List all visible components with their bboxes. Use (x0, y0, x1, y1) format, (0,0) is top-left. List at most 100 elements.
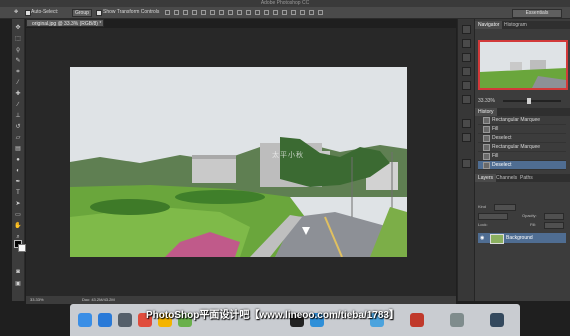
lasso-tool-icon[interactable]: ϙ (14, 47, 22, 54)
type-tool-icon[interactable]: T (14, 190, 22, 197)
kind-filter-label[interactable]: Kind (478, 202, 486, 211)
paragraph-panel-icon[interactable] (462, 95, 471, 104)
clone-source-icon[interactable] (462, 67, 471, 76)
lock-label: Lock: (478, 222, 488, 227)
layer-thumbnail (490, 234, 504, 244)
align-distribute-buttons[interactable] (165, 10, 365, 16)
opacity-field[interactable] (544, 213, 564, 220)
brush-tool-icon[interactable]: ∕ (14, 102, 22, 109)
fill-field[interactable] (544, 222, 564, 229)
show-transform-checkbox[interactable] (96, 10, 102, 16)
history-item-active[interactable]: Deselect (478, 161, 566, 170)
gradient-tool-icon[interactable]: ▤ (14, 146, 22, 153)
history-item-label: Rectangular Marquee (492, 144, 541, 150)
opacity-label: Opacity: (522, 213, 537, 218)
launchpad-icon[interactable] (118, 313, 132, 327)
fill-icon (483, 126, 490, 133)
history-item[interactable]: Rectangular Marquee (478, 116, 566, 125)
layer-lock-row: Lock: Fill: (478, 220, 566, 229)
fill-icon (483, 153, 490, 160)
document-tab[interactable]: original.jpg @ 33.3% (RGB/8) * (26, 19, 104, 27)
fill-label: Fill: (530, 222, 537, 227)
history-item[interactable]: Fill (478, 125, 566, 134)
crop-tool-icon[interactable]: ⌗ (14, 69, 22, 76)
history-tabs: History (475, 108, 570, 116)
tab-histogram[interactable]: Histogram (501, 21, 530, 29)
status-doc-size[interactable]: Doc: 43.2M/43.2M (82, 296, 115, 304)
auto-select-value: Group (75, 10, 89, 16)
dodge-tool-icon[interactable]: ◐ (14, 168, 22, 175)
navigator-tabs: Navigator Histogram (475, 21, 570, 29)
character-panel-icon[interactable] (462, 81, 471, 90)
dock-watermark-caption: PhotoShop平面设计吧【www.lineoo.com/tieba/1783… (146, 310, 399, 321)
blend-mode-dropdown[interactable] (478, 213, 508, 220)
history-brush-tool-icon[interactable]: ↺ (14, 124, 22, 131)
history-item[interactable]: Rectangular Marquee (478, 143, 566, 152)
eraser-tool-icon[interactable]: ▱ (14, 135, 22, 142)
layer-filter-row: Kind (478, 202, 566, 211)
history-item-label: Fill (492, 153, 499, 159)
visibility-eye-icon[interactable]: ◉ (480, 233, 484, 243)
history-item[interactable]: Deselect (478, 134, 566, 143)
tab-navigator[interactable]: Navigator (475, 21, 503, 29)
move-tool-icon[interactable]: ✥ (14, 25, 22, 32)
app-icon[interactable] (410, 313, 424, 327)
styles-panel-icon[interactable] (462, 133, 471, 142)
eyedropper-tool-icon[interactable]: ⁄ (14, 80, 22, 87)
swatches-panel-icon[interactable] (462, 119, 471, 128)
pen-tool-icon[interactable]: ✒ (14, 179, 22, 186)
workspace-switcher[interactable]: Essentials (512, 9, 562, 18)
app-icon[interactable] (450, 313, 464, 327)
path-select-tool-icon[interactable]: ➤ (14, 201, 22, 208)
deselect-icon (483, 135, 490, 142)
shape-tool-icon[interactable]: ▭ (14, 212, 22, 219)
status-zoom[interactable]: 33.33% (30, 296, 44, 304)
status-bar: 33.33% Doc: 43.2M/43.2M (26, 296, 456, 304)
navigator-zoom-slider[interactable] (503, 100, 561, 102)
right-panels: Navigator Histogram 33.33% History Recta… (474, 19, 570, 301)
screen-mode-icon[interactable]: ▣ (14, 281, 22, 288)
quick-select-tool-icon[interactable]: ✎ (14, 58, 22, 65)
marquee-tool-icon[interactable]: ⬚ (14, 36, 22, 43)
image-watermark: 太平小秋 (272, 152, 304, 159)
tab-history[interactable]: History (475, 108, 497, 116)
kind-filter-dropdown[interactable] (494, 204, 516, 211)
history-list: Rectangular Marquee Fill Deselect Rectan… (478, 116, 566, 170)
history-panel-icon[interactable] (462, 25, 471, 34)
show-transform-label: Show Transform Controls (103, 9, 160, 15)
marquee-icon (483, 117, 490, 124)
background-color-swatch[interactable] (18, 244, 26, 252)
collapsed-panel-strip (457, 19, 474, 301)
stamp-tool-icon[interactable]: ⊥ (14, 113, 22, 120)
options-bar: ✥ Auto-Select: Group Show Transform Cont… (0, 7, 570, 19)
window-title: Adobe Photoshop CC (260, 0, 310, 6)
finder-icon[interactable] (78, 313, 92, 327)
history-item-label: Fill (492, 126, 499, 132)
adjustments-panel-icon[interactable] (462, 159, 471, 168)
layers-controls: Kind Opacity: Lock: Fill: (478, 202, 566, 229)
hand-tool-icon[interactable]: ✋ (14, 223, 22, 230)
layer-blend-row: Opacity: (478, 211, 566, 220)
history-item-label: Rectangular Marquee (492, 117, 541, 123)
healing-tool-icon[interactable]: ✚ (14, 91, 22, 98)
quick-mask-icon[interactable]: ◙ (14, 269, 22, 276)
navigator-zoom-knob[interactable] (527, 98, 531, 104)
auto-select-label: Auto-Select: (31, 9, 59, 15)
document-image[interactable] (70, 67, 407, 257)
safari-icon[interactable] (98, 313, 112, 327)
properties-panel-icon[interactable] (462, 39, 471, 48)
history-item-label: Deselect (492, 162, 512, 168)
navigator-zoom-value[interactable]: 33.33% (478, 98, 495, 104)
tools-panel: ✥ ⬚ ϙ ✎ ⌗ ⁄ ✚ ∕ ⊥ ↺ ▱ ▤ ● ◐ ✒ T ➤ ▭ ✋ ⌕ … (12, 19, 25, 301)
layer-background[interactable]: ◉ Background (478, 233, 566, 244)
brush-panel-icon[interactable] (462, 53, 471, 62)
app-icon[interactable] (490, 313, 504, 327)
history-item[interactable]: Fill (478, 152, 566, 161)
deselect-icon (483, 162, 490, 169)
auto-select-dropdown[interactable]: Group (72, 9, 92, 17)
blur-tool-icon[interactable]: ● (14, 157, 22, 164)
tab-paths[interactable]: Paths (517, 174, 536, 182)
layer-name: Background (506, 235, 533, 241)
navigator-thumbnail[interactable] (478, 40, 568, 90)
move-tool-icon[interactable]: ✥ (14, 9, 18, 16)
